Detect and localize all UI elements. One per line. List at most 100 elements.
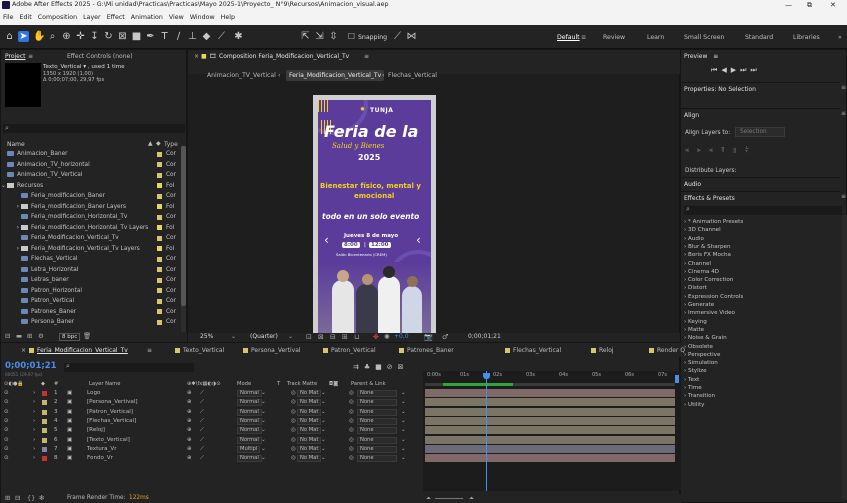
chevron-down-icon[interactable]: ⌄: [261, 454, 266, 463]
layer-name[interactable]: Logo: [87, 389, 100, 398]
effect-category[interactable]: › Time: [681, 384, 702, 392]
timeline-tab[interactable]: Texto_Vertical: [175, 347, 224, 354]
label-swatch[interactable]: [157, 162, 162, 167]
layer-row[interactable]: ⊙ › 3 ▣ [Patron_Vertical] ⊕ ⟋ Normal ⌄ ◎ No Mat ⌄ ◎ N…: [1, 408, 421, 417]
zoom-out-icon[interactable]: ⏶: [426, 494, 431, 503]
chevron-down-icon[interactable]: ⌄: [401, 398, 406, 407]
effect-category[interactable]: › Generate: [681, 301, 714, 309]
track-matte-dropdown[interactable]: No Mat: [297, 399, 322, 407]
type-tool-icon[interactable]: T: [159, 31, 170, 42]
label-swatch[interactable]: [157, 151, 162, 157]
col-type[interactable]: Type: [164, 141, 178, 148]
region-icon[interactable]: ⊡: [306, 333, 312, 341]
parent-dropdown[interactable]: None: [357, 445, 397, 453]
align-hcenter-icon[interactable]: ⫸: [697, 146, 709, 154]
show-snapshot-icon[interactable]: ♂: [442, 333, 448, 341]
tab-composition[interactable]: Composition Feria_Modificacion_Vertical_…: [219, 53, 349, 60]
layer-mode-dropdown[interactable]: Normal: [237, 427, 262, 435]
expand-chevron-icon[interactable]: ›: [33, 426, 35, 435]
chevron-down-icon[interactable]: ⌄: [321, 436, 326, 445]
layer-row[interactable]: ⊙ › 5 ▣ [Reloj] ⊕ ⟋ Normal ⌄ ◎ No Mat ⌄ ◎ None ⌄: [1, 426, 421, 435]
visibility-eye-icon[interactable]: ⊙: [4, 454, 9, 463]
align-to-dropdown[interactable]: Selection: [735, 127, 785, 137]
label-swatch[interactable]: [157, 309, 162, 314]
shy-switch-icon[interactable]: ⊕: [187, 408, 192, 417]
visibility-eye-icon[interactable]: ⊙: [4, 417, 9, 426]
menu-composition[interactable]: Composition: [38, 14, 77, 21]
home-icon[interactable]: ⌂: [4, 31, 15, 42]
chevron-down-icon[interactable]: ⌄: [401, 417, 406, 426]
preview-menu-icon[interactable]: ≡: [713, 53, 718, 60]
layer-label-swatch[interactable]: [42, 456, 47, 462]
selection-tool-icon[interactable]: ➤: [18, 31, 29, 42]
transparency-grid-icon[interactable]: ⊠: [318, 333, 324, 341]
hand-tool-icon[interactable]: ✋: [33, 31, 45, 42]
quality-switch-icon[interactable]: ⟋: [200, 408, 204, 417]
exposure-icon[interactable]: ✺: [384, 333, 390, 341]
shy-switch-icon[interactable]: ⊕: [187, 436, 192, 445]
menu-edit[interactable]: Edit: [20, 14, 32, 21]
layer-row[interactable]: ⊙ › 4 ▣ [Flechas_Vertical] ⊕ ⟋ Normal ⌄ ◎ No Mat ⌄ ◎…: [1, 417, 421, 426]
chevron-down-icon[interactable]: ⌄: [261, 436, 266, 445]
comp-flowchart-icon[interactable]: ⊞: [5, 494, 10, 503]
track-matte-dropdown[interactable]: No Mat: [297, 455, 322, 463]
timeline-graph-area[interactable]: 0:00s 01s 02s 03s 04s 05s 06s 07s: [423, 371, 681, 491]
pickwhip-icon[interactable]: ◎: [349, 445, 354, 454]
menu-help[interactable]: Help: [221, 14, 235, 21]
parent-dropdown[interactable]: None: [357, 399, 397, 407]
delete-icon[interactable]: 🗑: [83, 332, 91, 340]
project-item[interactable]: Patrones_Baner Cor: [1, 307, 181, 317]
channels-icon[interactable]: ⊔: [354, 333, 359, 341]
layer-label-swatch[interactable]: [42, 437, 47, 443]
expand-chevron-icon[interactable]: ›: [33, 398, 35, 407]
chevron-down-icon[interactable]: ⌄: [401, 389, 406, 398]
quality-switch-icon[interactable]: ⟋: [200, 389, 204, 398]
menu-window[interactable]: Window: [190, 14, 215, 21]
project-item[interactable]: Feria_modificacion_Horizontal_Tv Cor: [1, 212, 181, 222]
zoom-chevron-icon[interactable]: ⌄: [231, 333, 236, 340]
graph-editor-icon[interactable]: ⊠: [398, 363, 409, 371]
viewer-timecode[interactable]: 0;00;01;21: [468, 333, 501, 340]
last-frame-icon[interactable]: ⏭: [750, 66, 760, 74]
resolution-chevron-icon[interactable]: ⌄: [288, 333, 293, 340]
layer-mode-dropdown[interactable]: Normal: [237, 436, 262, 444]
chevron-down-icon[interactable]: ⌄: [321, 426, 326, 435]
align-menu-icon[interactable]: ≡: [841, 110, 846, 117]
project-search-input[interactable]: ⌕: [3, 124, 185, 133]
playhead-handle[interactable]: [483, 373, 490, 379]
menu-view[interactable]: View: [169, 14, 184, 21]
track-matte-dropdown[interactable]: No Mat: [297, 390, 322, 397]
quality-switch-icon[interactable]: ⟋: [200, 426, 204, 435]
axis-world-icon[interactable]: ⇲: [314, 31, 325, 42]
effect-category[interactable]: › * Animation Presets: [681, 218, 743, 226]
layer-name[interactable]: [Patron_Vertical]: [87, 408, 133, 417]
label-swatch[interactable]: [157, 288, 162, 293]
pickwhip-icon[interactable]: ◎: [349, 454, 354, 463]
close-button[interactable]: ✕: [830, 0, 836, 10]
effect-category[interactable]: › Boris FX Mocha: [681, 251, 731, 259]
workspace-libraries[interactable]: Libraries: [793, 34, 820, 41]
chevron-down-icon[interactable]: ⌄: [261, 445, 266, 454]
time-ruler[interactable]: 0:00s 01s 02s 03s 04s 05s 06s 07s: [423, 371, 678, 381]
breadcrumb-feria-vertical[interactable]: Feria_Modificacion_Vertical_Tv: [286, 70, 385, 81]
pickwhip-icon[interactable]: ◎: [349, 408, 354, 417]
track-matte-dropdown[interactable]: No Mat: [297, 445, 322, 453]
timeline-tab[interactable]: Render Q: [649, 347, 685, 354]
toggle-switches-icon[interactable]: ⊟: [15, 494, 20, 503]
chevron-down-icon[interactable]: ⌄: [401, 408, 406, 417]
puppet-tool-icon[interactable]: ✱: [233, 31, 244, 42]
label-swatch[interactable]: [157, 235, 162, 241]
close-tab-icon[interactable]: ×: [21, 347, 26, 354]
label-swatch[interactable]: [157, 172, 162, 178]
effect-category[interactable]: › Distort: [681, 284, 707, 292]
menu-file[interactable]: File: [3, 14, 14, 21]
expand-chevron-icon[interactable]: ›: [33, 389, 35, 398]
layer-label-swatch[interactable]: [42, 391, 47, 396]
minimize-button[interactable]: —: [785, 0, 792, 10]
effect-category[interactable]: › Channel: [681, 260, 711, 268]
quality-switch-icon[interactable]: ⟋: [200, 417, 204, 426]
workspace-menu-icon[interactable]: ≡: [581, 34, 586, 41]
effect-category[interactable]: › Perspective: [681, 351, 720, 359]
quality-switch-icon[interactable]: ⟋: [200, 398, 204, 407]
workspace-more-icon[interactable]: »: [838, 34, 842, 41]
